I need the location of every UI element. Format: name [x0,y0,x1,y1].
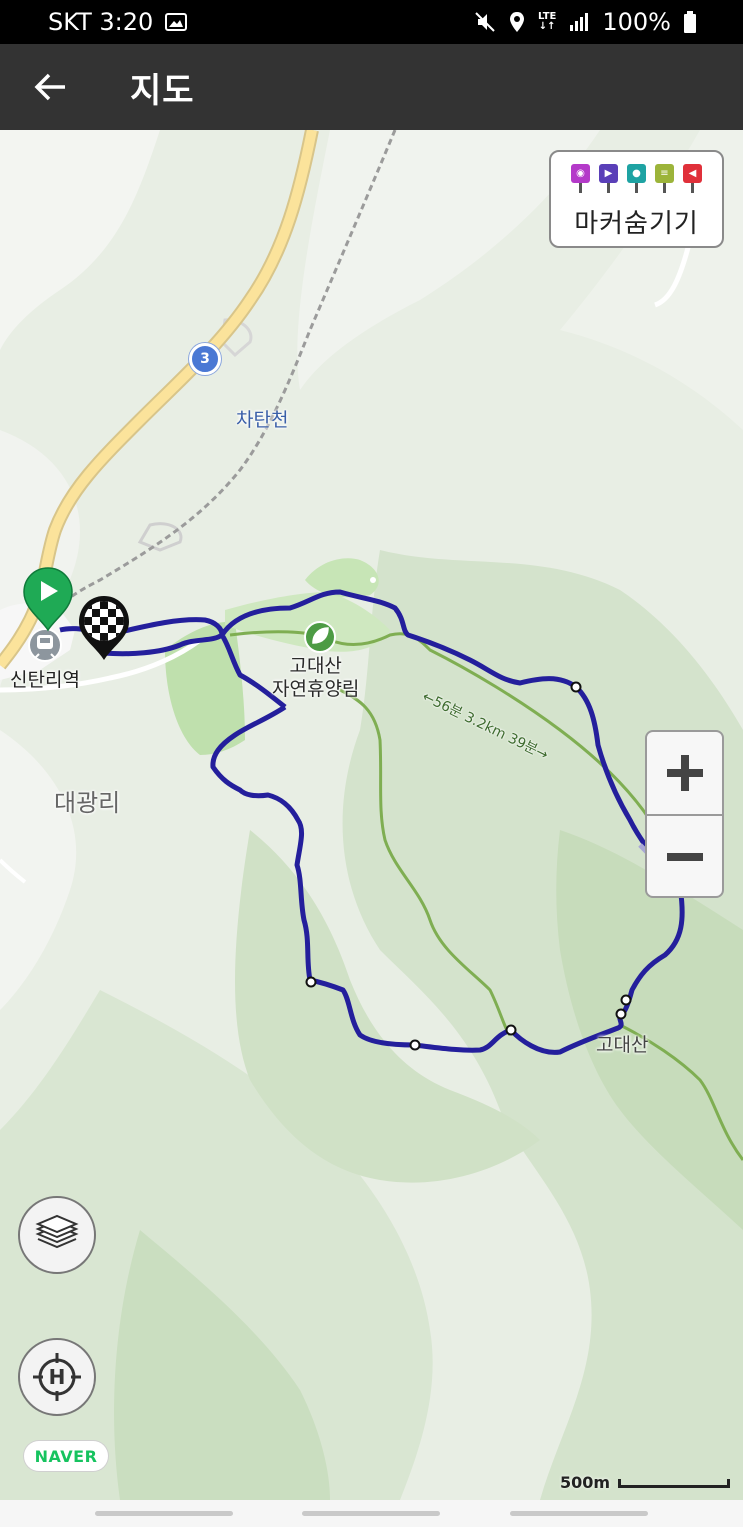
forest-label-line1: 고대산 [289,655,342,677]
carrier-time: SKT 3:20 [48,8,154,36]
zoom-controls [645,730,724,898]
peak-label: 고대산 [596,1034,649,1056]
location-icon [508,11,526,33]
svg-text:H: H [49,1365,66,1389]
village-label: 대광리 [54,789,121,817]
home-location-icon: H [33,1353,81,1401]
marker-icon-row: ◉ ▶ ● ≡ ◀ [571,164,702,193]
stream-label: 차탄천 [236,409,289,431]
alert-marker-icon: ◀ [683,164,702,193]
arrow-left-icon [34,73,65,101]
nav-recent-button[interactable] [95,1511,233,1516]
plus-icon [666,755,703,791]
naver-logo: NAVER [24,1441,108,1471]
layers-button[interactable] [18,1196,96,1274]
page-title: 지도 [130,70,195,111]
memo-marker-icon: ≡ [655,164,674,193]
video-marker-icon: ▶ [599,164,618,193]
battery-icon [683,11,697,33]
network-label: LTE [538,11,557,22]
camera-marker-icon: ◉ [571,164,590,193]
station-label[interactable]: 신탄리역 [10,665,80,692]
status-left: SKT 3:20 [48,8,188,36]
minus-icon [666,853,703,861]
signal-icon [568,12,590,32]
zoom-out-button[interactable] [647,816,722,896]
hide-markers-button[interactable]: ◉ ▶ ● ≡ ◀ 마커숨기기 [549,150,724,248]
nav-home-button[interactable] [302,1511,440,1516]
map-scale: 500m [560,1473,731,1492]
image-icon [165,12,188,32]
battery-percent: 100% [602,8,671,36]
nav-back-button[interactable] [510,1511,648,1516]
forest-label-line2: 자연휴양림 [272,678,360,700]
voice-marker-icon: ● [627,164,646,193]
scale-bar [618,1479,731,1488]
back-button[interactable] [0,44,100,130]
status-right: LTE ↓↑ 100% [474,8,697,36]
mute-icon [474,11,496,33]
road-number-badge: 3 [189,343,221,375]
lte-icon: LTE ↓↑ [538,11,557,32]
status-bar: SKT 3:20 LTE ↓↑ 100% [0,0,743,44]
forest-label[interactable]: 고대산 자연휴양림 [272,655,359,701]
scale-label: 500m [560,1473,611,1492]
layers-icon [35,1214,79,1249]
app-bar: 지도 [0,44,743,130]
zoom-in-button[interactable] [647,732,722,814]
hide-markers-label: 마커숨기기 [574,209,699,239]
system-nav-bar [0,1500,743,1527]
map-view[interactable]: 3 차탄천 신탄리역 대광리 고대산 자연휴양림 고대산 ←56분 3.2km … [0,130,743,1500]
locate-button[interactable]: H [18,1338,96,1416]
